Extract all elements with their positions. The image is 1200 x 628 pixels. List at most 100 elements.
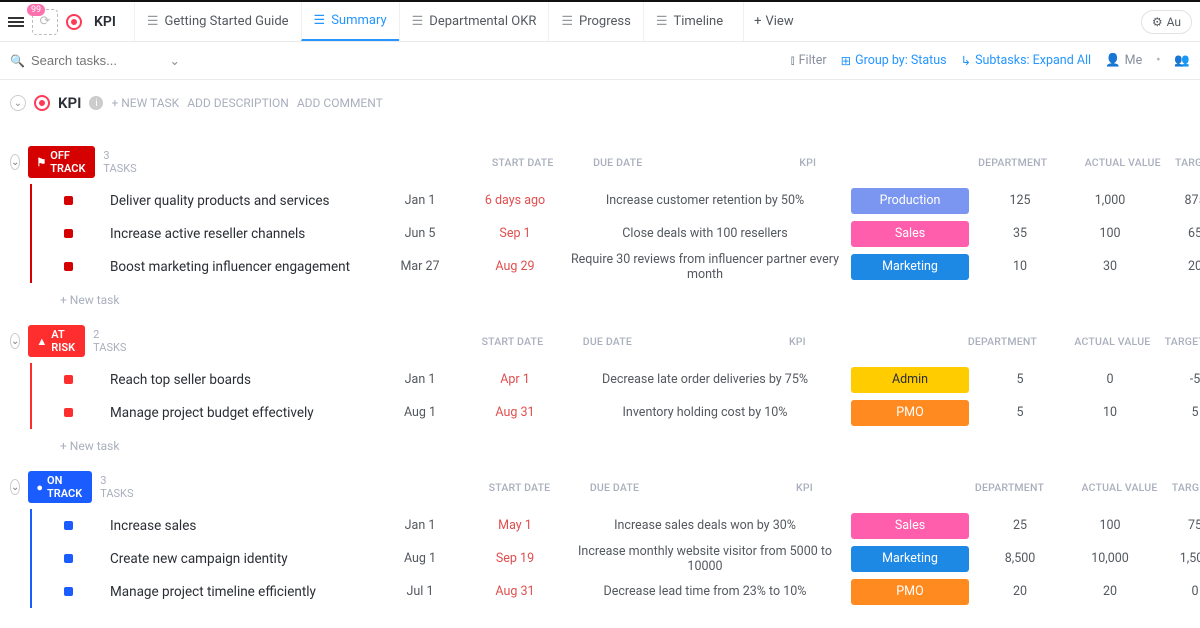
add-view-button[interactable]: +View: [743, 2, 804, 41]
status-square-icon[interactable]: [64, 229, 73, 238]
target-value[interactable]: 0: [1065, 372, 1155, 387]
task-row[interactable]: Boost marketing influencer engagement Ma…: [30, 250, 1190, 283]
status-square-icon[interactable]: [64, 408, 73, 417]
status-square-icon[interactable]: [64, 587, 73, 596]
search-input[interactable]: [31, 53, 151, 68]
kpi-text[interactable]: Increase customer retention by 50%: [565, 193, 845, 208]
assignee-button[interactable]: 👥: [1174, 53, 1190, 68]
automation-button[interactable]: ⚙Au: [1141, 10, 1192, 34]
status-square-icon[interactable]: [64, 196, 73, 205]
difference-value[interactable]: 875: [1155, 193, 1200, 208]
kpi-text[interactable]: Decrease late order deliveries by 75%: [565, 372, 845, 387]
start-date[interactable]: Jan 1: [375, 193, 465, 208]
kpi-text[interactable]: Increase monthly website visitor from 50…: [565, 544, 845, 574]
chevron-down-icon[interactable]: ⌄: [170, 53, 180, 69]
actual-value[interactable]: 35: [975, 226, 1065, 241]
actual-value[interactable]: 20: [975, 584, 1065, 599]
task-name[interactable]: Boost marketing influencer engagement: [110, 259, 375, 275]
new-task-button[interactable]: + New task: [60, 293, 1190, 307]
task-row[interactable]: Manage project timeline efficiently Jul …: [30, 575, 1190, 608]
department-tag[interactable]: PMO: [851, 579, 969, 605]
task-name[interactable]: Reach top seller boards: [110, 372, 375, 388]
department-tag[interactable]: PMO: [851, 400, 969, 426]
target-value[interactable]: 100: [1065, 226, 1155, 241]
task-row[interactable]: Manage project budget effectively Aug 1 …: [30, 396, 1190, 429]
status-badge-on[interactable]: ●ON TRACK: [28, 471, 92, 503]
target-value[interactable]: 30: [1065, 259, 1155, 274]
difference-value[interactable]: 1,500: [1155, 551, 1200, 566]
collapse-icon[interactable]: ⌄: [10, 333, 20, 349]
actual-value[interactable]: 10: [975, 259, 1065, 274]
status-square-icon[interactable]: [64, 554, 73, 563]
due-date[interactable]: Sep 19: [465, 551, 565, 566]
target-value[interactable]: 20: [1065, 584, 1155, 599]
collapse-all-icon[interactable]: ⌄: [10, 95, 26, 111]
task-name[interactable]: Increase active reseller channels: [110, 226, 375, 242]
start-date[interactable]: Jan 1: [375, 518, 465, 533]
kpi-text[interactable]: Close deals with 100 resellers: [565, 226, 845, 241]
start-date[interactable]: Aug 1: [375, 551, 465, 566]
tab-getting-started-guide[interactable]: ☰Getting Started Guide: [134, 2, 301, 41]
actual-value[interactable]: 125: [975, 193, 1065, 208]
status-badge-risk[interactable]: ▲AT RISK: [28, 325, 85, 357]
due-date[interactable]: Aug 31: [465, 405, 565, 420]
department-tag[interactable]: Sales: [851, 513, 969, 539]
difference-value[interactable]: 0: [1155, 584, 1200, 599]
department-tag[interactable]: Marketing: [851, 254, 969, 280]
difference-value[interactable]: -5: [1155, 372, 1200, 387]
due-date[interactable]: Sep 1: [465, 226, 565, 241]
loading-badge[interactable]: 99 ⟳: [32, 9, 58, 35]
tab-progress[interactable]: ☰Progress: [548, 2, 642, 41]
status-badge-off[interactable]: ⚑OFF TRACK: [28, 146, 95, 178]
department-tag[interactable]: Production: [851, 188, 969, 214]
task-name[interactable]: Manage project timeline efficiently: [110, 584, 375, 600]
task-row[interactable]: Increase active reseller channels Jun 5 …: [30, 217, 1190, 250]
filter-button[interactable]: ⫾Filter: [791, 53, 827, 68]
add-description-link[interactable]: ADD DESCRIPTION: [187, 96, 289, 110]
department-tag[interactable]: Sales: [851, 221, 969, 247]
kpi-text[interactable]: Decrease lead time from 23% to 10%: [565, 584, 845, 599]
target-value[interactable]: 10: [1065, 405, 1155, 420]
task-name[interactable]: Manage project budget effectively: [110, 405, 375, 421]
kpi-text[interactable]: Inventory holding cost by 10%: [565, 405, 845, 420]
info-icon[interactable]: i: [89, 96, 103, 110]
actual-value[interactable]: 5: [975, 405, 1065, 420]
actual-value[interactable]: 5: [975, 372, 1065, 387]
department-tag[interactable]: Admin: [851, 367, 969, 393]
tab-summary[interactable]: ☰Summary: [301, 2, 399, 41]
due-date[interactable]: Apr 1: [465, 372, 565, 387]
subtasks-button[interactable]: ↳Subtasks: Expand All: [961, 53, 1091, 69]
task-name[interactable]: Deliver quality products and services: [110, 193, 375, 209]
difference-value[interactable]: 20: [1155, 259, 1200, 274]
target-value[interactable]: 100: [1065, 518, 1155, 533]
group-by-button[interactable]: ⊞Group by: Status: [841, 53, 947, 69]
difference-value[interactable]: 75: [1155, 518, 1200, 533]
target-value[interactable]: 1,000: [1065, 193, 1155, 208]
status-square-icon[interactable]: [64, 262, 73, 271]
department-tag[interactable]: Marketing: [851, 546, 969, 572]
tab-departmental-okr[interactable]: ☰Departmental OKR: [399, 2, 549, 41]
task-row[interactable]: Create new campaign identity Aug 1 Sep 1…: [30, 542, 1190, 575]
start-date[interactable]: Jun 5: [375, 226, 465, 241]
actual-value[interactable]: 25: [975, 518, 1065, 533]
new-task-link[interactable]: + NEW TASK: [111, 96, 179, 110]
tab-timeline[interactable]: ☰Timeline: [643, 2, 735, 41]
collapse-icon[interactable]: ⌄: [10, 479, 20, 495]
due-date[interactable]: Aug 31: [465, 584, 565, 599]
target-value[interactable]: 10,000: [1065, 551, 1155, 566]
search-box[interactable]: 🔍 ⌄: [10, 53, 180, 69]
add-comment-link[interactable]: ADD COMMENT: [297, 96, 383, 110]
task-row[interactable]: Increase sales Jan 1 May 1 Increase sale…: [30, 509, 1190, 542]
actual-value[interactable]: 8,500: [975, 551, 1065, 566]
difference-value[interactable]: 5: [1155, 405, 1200, 420]
task-row[interactable]: Deliver quality products and services Ja…: [30, 184, 1190, 217]
status-square-icon[interactable]: [64, 375, 73, 384]
task-row[interactable]: Reach top seller boards Jan 1 Apr 1 Decr…: [30, 363, 1190, 396]
kpi-text[interactable]: Require 30 reviews from influencer partn…: [565, 252, 845, 282]
due-date[interactable]: May 1: [465, 518, 565, 533]
collapse-icon[interactable]: ⌄: [10, 154, 20, 170]
start-date[interactable]: Jul 1: [375, 584, 465, 599]
due-date[interactable]: Aug 29: [465, 259, 565, 274]
task-name[interactable]: Increase sales: [110, 518, 375, 534]
start-date[interactable]: Jan 1: [375, 372, 465, 387]
